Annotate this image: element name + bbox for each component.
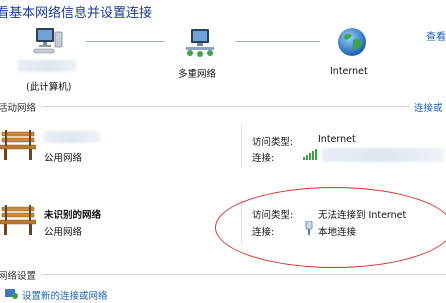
network-1-access-type-label: 访问类型: <box>252 137 294 148</box>
bench-icon <box>0 128 37 162</box>
network-1-name-redacted <box>44 131 100 143</box>
network-settings-label: 网络设置 <box>0 271 37 282</box>
network-1-type-link[interactable]: 公用网络 <box>44 150 82 164</box>
network-2-name: 未识别的网络 <box>44 210 102 221</box>
new-connection-icon <box>4 288 18 300</box>
active-networks-divider <box>42 106 410 107</box>
network-settings-divider <box>42 274 446 275</box>
map-connector-1 <box>86 41 164 42</box>
active-networks-label: 活动网络 <box>0 103 37 114</box>
network-2-type: 公用网络 <box>44 227 83 238</box>
multi-network-label: 多重网络 <box>178 69 217 80</box>
internet-label: Internet <box>330 66 368 77</box>
setup-new-connection-link[interactable]: 设置新的连接或网络 <box>22 288 108 302</box>
computer-label: (此计算机) <box>26 82 72 93</box>
wifi-signal-icon <box>303 148 317 160</box>
network-1-connection-label: 连接: <box>252 153 275 164</box>
page-title: 看基本网络信息并设置连接 <box>0 6 153 21</box>
bench-icon <box>0 203 37 237</box>
connect-or-disconnect-link[interactable]: 连接或 <box>414 100 443 114</box>
computer-icon <box>32 26 66 56</box>
map-connector-2 <box>236 41 320 42</box>
network-1-connection-redacted[interactable] <box>322 148 444 162</box>
network-1-access-type-value: Internet <box>318 134 356 145</box>
multiple-networks-icon <box>182 27 218 59</box>
internet-globe-icon <box>336 26 368 58</box>
view-full-map-link[interactable]: 查看 <box>426 28 446 43</box>
network-1-divider <box>241 124 242 168</box>
computer-name-redacted <box>18 60 76 72</box>
annotation-circle <box>215 187 446 268</box>
